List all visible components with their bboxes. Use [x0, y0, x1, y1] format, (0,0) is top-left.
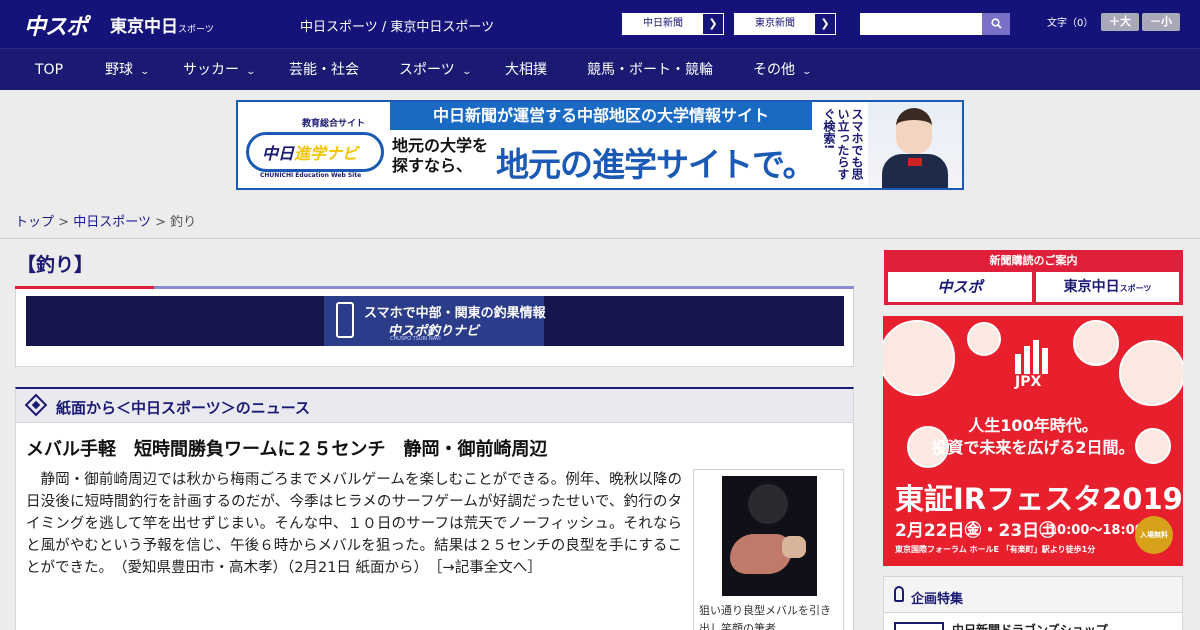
subscribe-chuspo-button[interactable]: 中スポ: [888, 272, 1032, 302]
font-larger-button[interactable]: ＋大: [1101, 13, 1139, 31]
chuspo-logo[interactable]: 中スポ: [24, 9, 88, 41]
jpx-logo-icon: [1013, 338, 1053, 374]
nav-item-soccer[interactable]: サッカー ⌄: [183, 49, 257, 91]
ad-date: 2月22日㊎・23日㊏: [895, 521, 1057, 541]
ad-portrait: [1073, 320, 1119, 366]
kikaku-section: 企画特集 中日新聞ドラゴンズショップ: [883, 576, 1183, 630]
banner-headline: 中日新聞が運営する中部地区の大学情報サイト: [390, 102, 812, 130]
smartphone-icon: [336, 302, 354, 338]
site-name: 中日スポーツ / 東京中日スポーツ: [300, 20, 495, 35]
ad-portrait: [967, 322, 1001, 356]
breadcrumb-top[interactable]: トップ: [15, 215, 54, 230]
news-section-header: 紙面から＜中日スポーツ＞のニュース: [16, 389, 853, 423]
banner-left-text: 地元の大学を 探すなら、: [392, 136, 489, 175]
article-photo-box: 狙い通り良型メバルを引き出し笑顔の筆者: [693, 469, 844, 630]
nav-item-other[interactable]: その他 ⌄: [753, 49, 813, 91]
chevron-right-icon: ❯: [703, 14, 723, 34]
article-photo[interactable]: [722, 476, 817, 596]
ad-portrait: [883, 320, 955, 396]
ad-title: 東証IRフェスタ2019: [895, 482, 1183, 516]
ad-portrait: [1119, 340, 1183, 406]
chunichi-shimbun-link[interactable]: 中日新聞 ❯: [622, 13, 724, 35]
tokyo-shimbun-link[interactable]: 東京新聞 ❯: [734, 13, 836, 35]
kikaku-header: 企画特集: [884, 577, 1182, 613]
banner-big-text: 地元の進学サイトで。: [496, 145, 816, 184]
ad-free-badge: 入場無料: [1135, 516, 1173, 554]
ad-time: 10:00～18:00: [1048, 523, 1144, 538]
breadcrumb-separator: >: [155, 215, 166, 230]
breadcrumb-chunichi-sports[interactable]: 中日スポーツ: [73, 215, 151, 230]
chevron-down-icon: ⌄: [245, 67, 257, 77]
search-icon: [990, 18, 1002, 29]
breadcrumb-separator: >: [58, 215, 70, 230]
nav-item-top[interactable]: TOP: [35, 49, 63, 91]
breadcrumb: トップ > 中日スポーツ > 釣り: [15, 211, 196, 230]
breadcrumb-current: 釣り: [170, 215, 197, 230]
ad-venue: 東京国際フォーラム ホールE 「有楽町」駅より徒歩1分: [895, 545, 1096, 554]
font-smaller-button[interactable]: －小: [1142, 13, 1180, 31]
tsuri-navi-section: スマホで中部・関東の釣果情報 中スポ釣りナビ CHUSPO TSURI NAVI: [15, 289, 854, 367]
chevron-down-icon: ⌄: [801, 67, 813, 77]
header-bar: 中スポ 東京中日スポーツ 中日スポーツ / 東京中日スポーツ 中日新聞 ❯ 東京…: [0, 0, 1200, 48]
shingaku-navi-banner[interactable]: 教育総合サイト 中日進学ナビ CHUNICHI Education Web Si…: [236, 100, 964, 190]
page-title: 【釣り】: [17, 254, 94, 276]
photo-caption: 狙い通り良型メバルを引き出し笑顔の筆者: [699, 604, 831, 630]
ir-festa-ad[interactable]: JPX 人生100年時代。 投資で未来を広げる2日間。 東証IRフェスタ2019…: [883, 316, 1183, 566]
main-nav: TOP 野球 ⌄ サッカー ⌄ 芸能・社会 スポーツ ⌄ 大相撲 競馬・ボート・競輪 …: [0, 48, 1200, 90]
article-body: 静岡・御前崎周辺では秋から梅雨ごろまでメバルゲームを楽しむことができる。例年、晩…: [26, 472, 682, 576]
nav-item-sports[interactable]: スポーツ ⌄: [399, 49, 472, 91]
tsuri-navi-banner[interactable]: スマホで中部・関東の釣果情報 中スポ釣りナビ CHUSPO TSURI NAVI: [26, 296, 844, 346]
kikaku-item-link[interactable]: 中日新聞ドラゴンズショップ: [952, 621, 1108, 630]
breadcrumb-divider: [0, 238, 1200, 239]
chevron-down-icon: ⌄: [139, 67, 151, 77]
banner-vertical-text: スマホでも思い立ったらすぐ検索!: [822, 108, 864, 180]
read-more-link[interactable]: ［→記事全文へ］: [435, 560, 541, 576]
subscription-box: 新聞購読のご案内 中スポ 東京中日スポーツ: [884, 250, 1183, 305]
tokyo-chunichi-logo[interactable]: 東京中日スポーツ: [110, 12, 214, 37]
bookmark-icon: [894, 586, 904, 602]
nav-item-baseball[interactable]: 野球 ⌄: [105, 49, 151, 91]
article-title[interactable]: メバル手軽 短時間勝負ワームに２５センチ 静岡・御前崎周辺: [26, 435, 547, 461]
nav-item-entertainment[interactable]: 芸能・社会: [289, 49, 359, 91]
nav-item-keiba[interactable]: 競馬・ボート・競輪: [587, 49, 713, 91]
banner-model-photo: [868, 102, 962, 188]
chevron-down-icon: ⌄: [461, 67, 472, 77]
font-size-label: 文字（0）: [1047, 18, 1094, 29]
newspaper-icon: [24, 393, 48, 417]
search-button[interactable]: [982, 13, 1010, 35]
nav-item-sumo[interactable]: 大相撲: [505, 49, 547, 91]
subscription-heading: 新聞購読のご案内: [989, 254, 1078, 267]
subscribe-tokyo-chunichi-button[interactable]: 東京中日スポーツ: [1036, 272, 1179, 302]
chevron-right-icon: ❯: [815, 14, 835, 34]
kikaku-thumbnail[interactable]: [894, 622, 944, 630]
shingaku-navi-logo: 教育総合サイト 中日進学ナビ CHUNICHI Education Web Si…: [242, 106, 388, 186]
search-input[interactable]: [860, 13, 982, 35]
news-section: 紙面から＜中日スポーツ＞のニュース メバル手軽 短時間勝負ワームに２５センチ 静…: [15, 387, 854, 630]
